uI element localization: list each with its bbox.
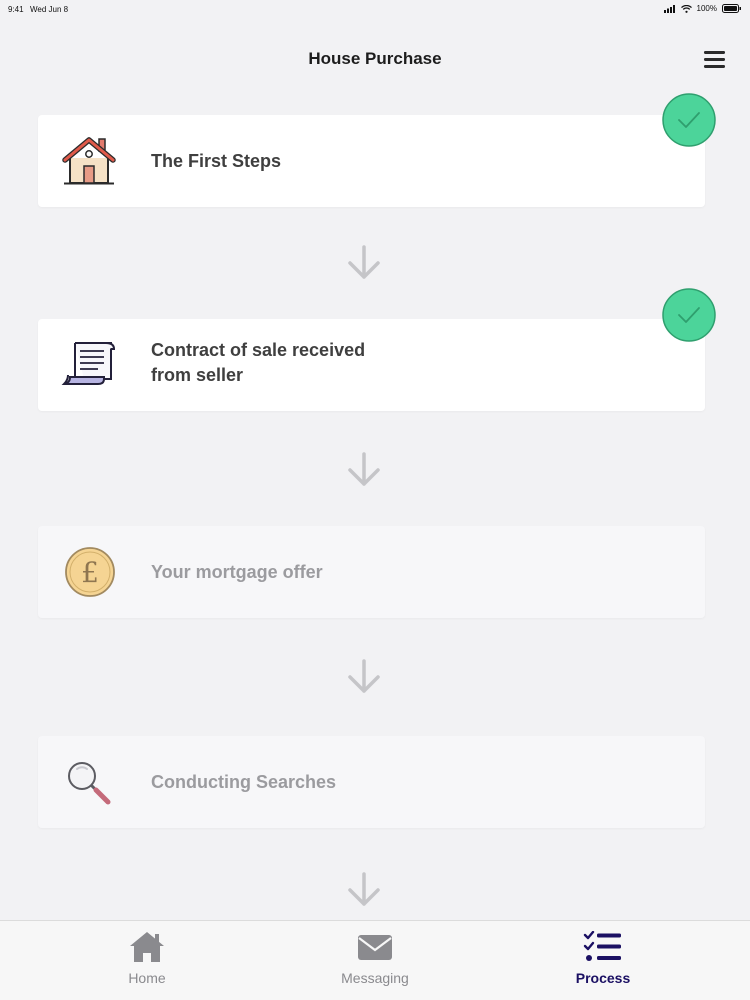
step-title: Your mortgage offer xyxy=(151,562,323,582)
hamburger-menu-icon xyxy=(704,51,725,68)
battery-percentage: 100% xyxy=(696,4,717,13)
step-title-line2: from seller xyxy=(151,365,244,385)
step-card-mortgage-offer[interactable]: £ Your mortgage offer xyxy=(38,526,705,618)
envelope-icon xyxy=(358,935,392,960)
check-complete-icon xyxy=(662,93,716,147)
tab-label: Messaging xyxy=(341,970,409,986)
down-arrow-icon xyxy=(348,872,380,906)
step-card-first-steps[interactable]: The First Steps xyxy=(38,115,705,207)
tab-messaging[interactable]: Messaging xyxy=(305,921,445,1000)
down-arrow-icon xyxy=(348,245,380,279)
status-bar: 9:41 Wed Jun 8 100% xyxy=(0,0,750,20)
status-time: 9:41 xyxy=(8,5,24,14)
pound-coin-icon: £ xyxy=(65,547,115,597)
wifi-icon xyxy=(680,4,692,13)
tab-label: Home xyxy=(128,970,166,986)
status-indicators: 100% xyxy=(663,4,742,13)
house-icon xyxy=(62,137,116,185)
magnifying-glass-icon xyxy=(68,762,111,805)
menu-button[interactable] xyxy=(703,50,727,70)
step-title: Conducting Searches xyxy=(151,772,337,792)
cellular-signal-icon xyxy=(663,4,675,13)
down-arrow-icon xyxy=(348,452,380,486)
status-date: Wed Jun 8 xyxy=(30,5,69,14)
tab-bar: Home Messaging Process xyxy=(0,920,750,1000)
process-screen: 9:41 Wed Jun 8 100% House Purchase The F… xyxy=(0,0,750,1000)
step-card-contract-of-sale[interactable]: Contract of sale received from seller xyxy=(38,319,705,411)
down-arrow-icon xyxy=(348,659,380,693)
tab-process[interactable]: Process xyxy=(533,921,673,1000)
svg-text:£: £ xyxy=(81,556,99,589)
tab-label: Process xyxy=(575,970,631,986)
step-title: The First Steps xyxy=(151,151,282,171)
step-card-conducting-searches[interactable]: Conducting Searches xyxy=(38,736,705,828)
home-icon xyxy=(130,932,164,962)
tab-home[interactable]: Home xyxy=(77,921,217,1000)
checklist-icon xyxy=(583,931,621,961)
check-complete-icon xyxy=(662,288,716,342)
battery-icon xyxy=(722,4,741,13)
step-title-line1: Contract of sale received xyxy=(151,340,366,360)
page-title: House Purchase xyxy=(308,49,442,68)
contract-scroll-icon xyxy=(61,342,116,385)
